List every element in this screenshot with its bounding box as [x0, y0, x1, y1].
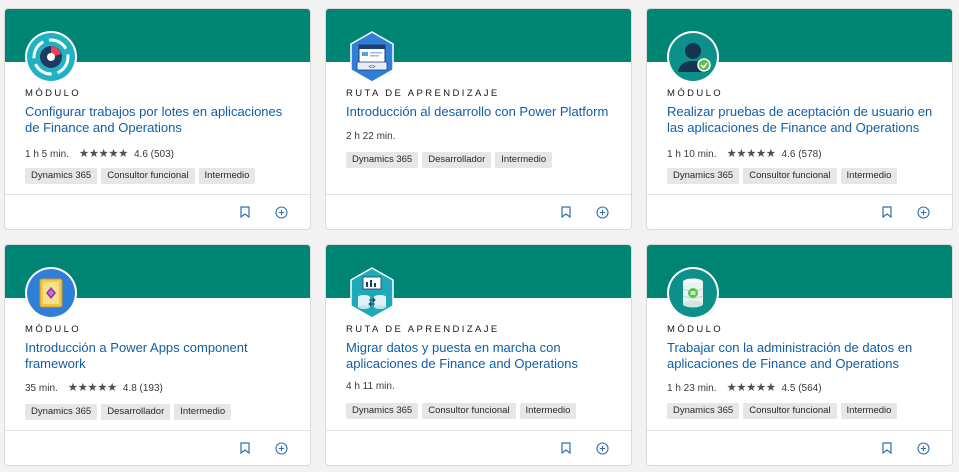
- tag[interactable]: Consultor funcional: [743, 403, 837, 419]
- add-to-collection-icon[interactable]: [595, 205, 609, 219]
- batch-jobs-icon: [25, 31, 77, 83]
- tag[interactable]: Consultor funcional: [422, 403, 516, 419]
- tag-list: Dynamics 365 Consultor funcional Interme…: [346, 403, 577, 419]
- card-meta: 1 h 23 min. ★★★★★ 4.5 (564): [667, 381, 822, 395]
- card-title-link[interactable]: Introducción al desarrollo con Power Pla…: [346, 104, 621, 120]
- learning-card[interactable]: MÓDULO Realizar pruebas de aceptación de…: [646, 8, 953, 230]
- svg-text:<>: <>: [368, 64, 376, 71]
- add-to-collection-icon[interactable]: [916, 441, 930, 455]
- power-apps-icon: [25, 267, 77, 319]
- tag-list: Dynamics 365 Consultor funcional Interme…: [667, 403, 898, 419]
- card-meta: 35 min. ★★★★★ 4.8 (193): [25, 381, 163, 395]
- star-rating-icon: ★★★★★: [726, 382, 776, 394]
- database-icon: [667, 267, 719, 319]
- card-title-link[interactable]: Realizar pruebas de aceptación de usuari…: [667, 104, 942, 136]
- card-meta: 4 h 11 min.: [346, 381, 395, 392]
- card-footer: [5, 194, 310, 229]
- tag[interactable]: Intermedio: [198, 168, 256, 184]
- duration: 1 h 10 min.: [667, 148, 717, 160]
- tag-list: Dynamics 365 Desarrollador Intermedio: [25, 404, 232, 420]
- bookmark-icon[interactable]: [559, 205, 573, 219]
- card-footer: [5, 430, 310, 465]
- learning-card[interactable]: MÓDULO Configurar trabajos por lotes en …: [4, 8, 311, 230]
- card-meta: 2 h 22 min.: [346, 131, 395, 142]
- development-window-icon: <>: [346, 31, 398, 83]
- duration: 1 h 23 min.: [667, 382, 717, 394]
- rating-value: 4.5 (564): [781, 382, 822, 394]
- add-to-collection-icon[interactable]: [595, 441, 609, 455]
- tag-list: Dynamics 365 Consultor funcional Interme…: [25, 168, 256, 184]
- card-footer: [326, 430, 631, 465]
- card-title-link[interactable]: Trabajar con la administración de datos …: [667, 340, 942, 372]
- card-type: MÓDULO: [25, 88, 82, 99]
- learning-card[interactable]: RUTA DE APRENDIZAJE Migrar datos y puest…: [325, 244, 632, 466]
- add-to-collection-icon[interactable]: [274, 441, 288, 455]
- star-rating-icon: ★★★★★: [67, 382, 118, 394]
- tag[interactable]: Intermedio: [840, 168, 898, 184]
- tag-list: Dynamics 365 Consultor funcional Interme…: [667, 168, 898, 184]
- tag-list: Dynamics 365 Desarrollador Intermedio: [346, 152, 553, 168]
- card-footer: [326, 194, 631, 229]
- tag[interactable]: Dynamics 365: [667, 168, 740, 184]
- tag[interactable]: Intermedio: [519, 403, 577, 419]
- bookmark-icon[interactable]: [238, 205, 252, 219]
- card-type: RUTA DE APRENDIZAJE: [346, 88, 500, 99]
- card-title-link[interactable]: Configurar trabajos por lotes en aplicac…: [25, 104, 300, 136]
- add-to-collection-icon[interactable]: [916, 205, 930, 219]
- rating-value: 4.6 (503): [133, 148, 175, 160]
- tag[interactable]: Intermedio: [174, 404, 232, 420]
- duration: 2 h 22 min.: [346, 131, 396, 142]
- tag[interactable]: Desarrollador: [101, 404, 171, 420]
- duration: 1 h 5 min.: [25, 148, 69, 160]
- tag[interactable]: Dynamics 365: [346, 403, 419, 419]
- card-type: RUTA DE APRENDIZAJE: [346, 324, 500, 335]
- tag[interactable]: Dynamics 365: [25, 404, 98, 420]
- learning-card[interactable]: MÓDULO Introducción a Power Apps compone…: [4, 244, 311, 466]
- star-rating-icon: ★★★★★: [726, 148, 776, 160]
- card-meta: 1 h 10 min. ★★★★★ 4.6 (578): [667, 147, 822, 161]
- bookmark-icon[interactable]: [238, 441, 252, 455]
- card-footer: [647, 430, 952, 465]
- bookmark-icon[interactable]: [880, 441, 894, 455]
- card-type: MÓDULO: [25, 324, 82, 335]
- card-title-link[interactable]: Migrar datos y puesta en marcha con apli…: [346, 340, 621, 372]
- rating-value: 4.8 (193): [122, 382, 163, 394]
- learning-card[interactable]: <> RUTA DE APRENDIZAJE Introducción al d…: [325, 8, 632, 230]
- bookmark-icon[interactable]: [880, 205, 894, 219]
- card-footer: [647, 194, 952, 229]
- card-meta: 1 h 5 min. ★★★★★ 4.6 (503): [25, 147, 174, 161]
- tag[interactable]: Desarrollador: [422, 152, 492, 168]
- learning-card[interactable]: MÓDULO Trabajar con la administración de…: [646, 244, 953, 466]
- duration: 4 h 11 min.: [346, 381, 395, 392]
- card-title-link[interactable]: Introducción a Power Apps component fram…: [25, 340, 300, 372]
- tag[interactable]: Dynamics 365: [346, 152, 419, 168]
- card-type: MÓDULO: [667, 324, 724, 335]
- tag[interactable]: Dynamics 365: [25, 168, 98, 184]
- tag[interactable]: Consultor funcional: [743, 168, 837, 184]
- add-to-collection-icon[interactable]: [274, 205, 288, 219]
- user-check-icon: [667, 31, 719, 83]
- tag[interactable]: Intermedio: [840, 403, 898, 419]
- star-rating-icon: ★★★★★: [78, 148, 129, 160]
- card-type: MÓDULO: [667, 88, 724, 99]
- duration: 35 min.: [25, 382, 58, 394]
- tag[interactable]: Dynamics 365: [667, 403, 740, 419]
- rating-value: 4.6 (578): [781, 148, 822, 160]
- tag[interactable]: Intermedio: [495, 152, 553, 168]
- tag[interactable]: Consultor funcional: [101, 168, 195, 184]
- data-migration-icon: [346, 267, 398, 319]
- bookmark-icon[interactable]: [559, 441, 573, 455]
